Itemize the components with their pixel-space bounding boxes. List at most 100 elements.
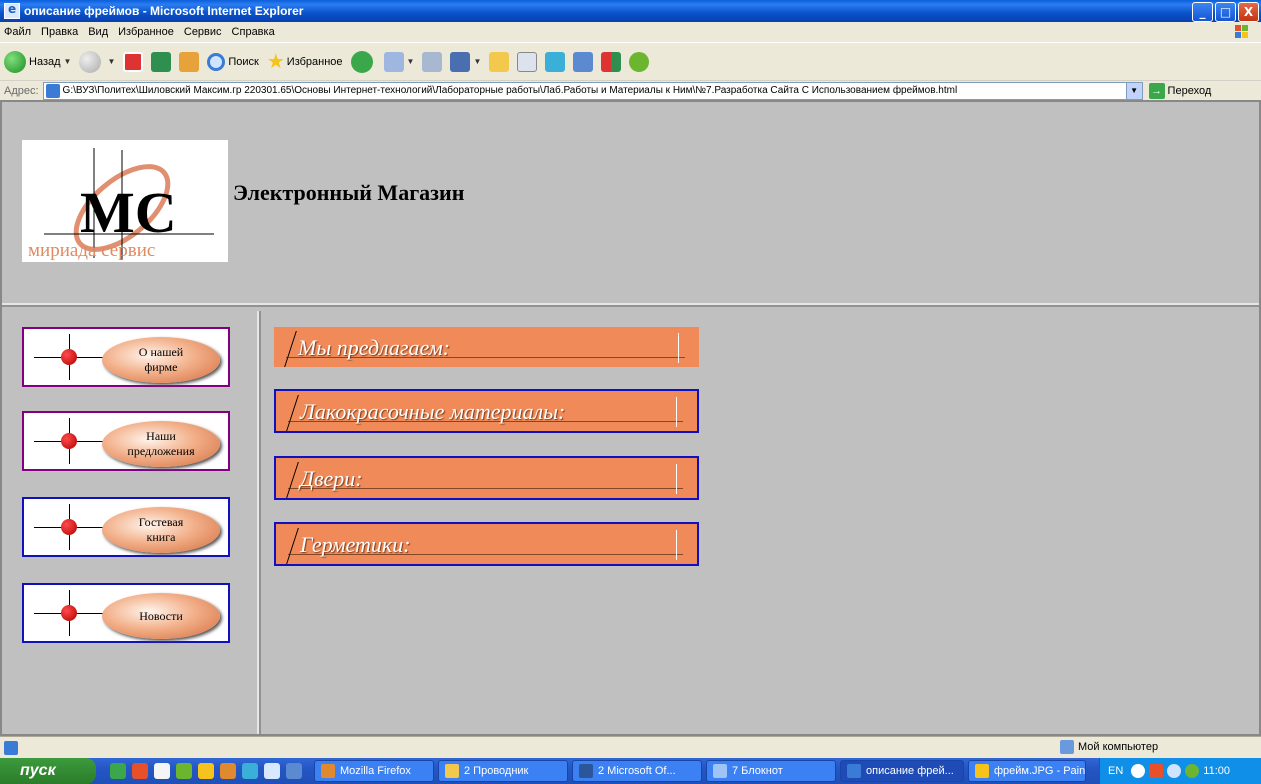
- ie-icon: [4, 2, 20, 19]
- chevron-down-icon[interactable]: ▼: [1125, 82, 1142, 99]
- task-explorer[interactable]: 2 Проводник: [438, 760, 568, 782]
- task-paint[interactable]: фрейм.JPG - Paint: [968, 760, 1086, 782]
- window-title-bar[interactable]: описание фреймов - Microsoft Internet Ex…: [0, 0, 1261, 22]
- task-label: фрейм.JPG - Paint: [994, 765, 1086, 777]
- back-arrow-icon: [4, 50, 26, 73]
- research-button[interactable]: [573, 51, 594, 72]
- menu-tools[interactable]: Сервис: [184, 26, 222, 38]
- nav-pill: О нашей фирме: [102, 337, 220, 383]
- nav-news-button[interactable]: Новости: [22, 583, 230, 643]
- print-icon: [422, 51, 443, 72]
- nav-guestbook-button[interactable]: Гостевая книга: [22, 497, 230, 557]
- folder-button[interactable]: [489, 51, 510, 72]
- nav-offers-button[interactable]: Наши предложения: [22, 411, 230, 471]
- home-button[interactable]: [179, 51, 200, 72]
- banner-text: Двери:: [300, 466, 363, 491]
- stop-button[interactable]: [123, 51, 144, 72]
- refresh-icon: [151, 51, 172, 72]
- banner-decor: [286, 528, 299, 564]
- quicklaunch-app-icon[interactable]: [110, 763, 126, 779]
- nav-about-button[interactable]: О нашей фирме: [22, 327, 230, 387]
- security-zone: Мой компьютер: [1060, 740, 1158, 754]
- zone-label: Мой компьютер: [1078, 741, 1159, 753]
- quicklaunch-app-icon[interactable]: [286, 763, 302, 779]
- nav-pill: Гостевая книга: [102, 507, 220, 553]
- quicklaunch-app-icon[interactable]: [176, 763, 192, 779]
- red-dot-icon: [61, 433, 77, 449]
- menu-edit[interactable]: Правка: [41, 26, 78, 38]
- nav-label-line1: Гостевая: [138, 515, 184, 529]
- task-notepad[interactable]: 7 Блокнот: [706, 760, 836, 782]
- history-button[interactable]: [350, 50, 376, 73]
- content-frame: Мы предлагаем: Лакокрасочные материалы: …: [265, 311, 1259, 734]
- edit-icon: [450, 51, 471, 72]
- quicklaunch-app-icon[interactable]: [132, 763, 148, 779]
- maximize-button[interactable]: □: [1215, 2, 1236, 22]
- windows-logo-icon: [1235, 25, 1248, 38]
- banner-doors-link[interactable]: Двери:: [274, 456, 699, 500]
- users-button[interactable]: [629, 51, 650, 72]
- quicklaunch-app-icon[interactable]: [154, 763, 170, 779]
- start-label: пуск: [20, 762, 56, 779]
- folder-icon: [489, 51, 510, 72]
- search-label: Поиск: [228, 55, 259, 68]
- clock: 11:00: [1203, 765, 1230, 777]
- back-button[interactable]: Назад ▼: [4, 50, 71, 73]
- home-icon: [179, 51, 200, 72]
- minimize-button[interactable]: _: [1192, 2, 1213, 22]
- volume-icon[interactable]: [1167, 764, 1182, 778]
- favorites-button[interactable]: ★ Избранное: [267, 49, 343, 74]
- logo-text: мириада сервис: [28, 240, 155, 261]
- menu-favorites[interactable]: Избранное: [118, 26, 174, 38]
- language-indicator[interactable]: EN: [1108, 765, 1123, 777]
- forward-button[interactable]: ▼: [79, 50, 116, 73]
- flag-button[interactable]: [601, 51, 622, 72]
- k-button[interactable]: [517, 51, 538, 72]
- chevron-down-icon: ▼: [406, 57, 415, 66]
- start-button[interactable]: пуск: [0, 758, 96, 784]
- menu-file[interactable]: Файл: [4, 26, 31, 38]
- go-arrow-icon: →: [1148, 82, 1165, 99]
- window-title: описание фреймов - Microsoft Internet Ex…: [24, 4, 304, 18]
- navigation-frame: О нашей фирме Наши предложения Гостевая кни…: [2, 311, 261, 734]
- task-ie[interactable]: описание фрей...: [840, 760, 964, 782]
- task-label: Mozilla Firefox: [340, 765, 411, 777]
- users-icon: [629, 51, 650, 72]
- nav-label-line1: О нашей: [138, 345, 184, 359]
- quicklaunch-app-icon[interactable]: [198, 763, 214, 779]
- word-icon: [579, 764, 593, 778]
- banner-we-offer: Мы предлагаем:: [274, 327, 699, 367]
- security-shield-icon[interactable]: [1185, 764, 1200, 778]
- task-firefox[interactable]: Mozilla Firefox: [314, 760, 434, 782]
- quicklaunch-app-icon[interactable]: [242, 763, 258, 779]
- toolbar: Назад ▼ ▼ Поиск ★ Избранное ▼ ▼: [0, 42, 1261, 80]
- window-controls: _ □ X: [1192, 2, 1259, 22]
- notepad-icon: [713, 764, 727, 778]
- banner-paints-link[interactable]: Лакокрасочные материалы:: [274, 389, 699, 433]
- quicklaunch-app-icon[interactable]: [220, 763, 236, 779]
- go-button[interactable]: → Переход: [1148, 82, 1211, 99]
- mail-button[interactable]: ▼: [383, 51, 415, 72]
- menu-help[interactable]: Справка: [232, 26, 275, 38]
- print-button[interactable]: [422, 51, 443, 72]
- ie-icon: [847, 764, 861, 778]
- menu-view[interactable]: Вид: [88, 26, 108, 38]
- search-button[interactable]: Поиск: [207, 52, 259, 71]
- address-value: G:\ВУЗ\Политех\Шиловский Максим.гр 22030…: [62, 85, 958, 96]
- refresh-button[interactable]: [151, 51, 172, 72]
- chevron-down-icon: ▼: [107, 57, 116, 66]
- nav-label-line2: предложения: [127, 444, 195, 458]
- close-button[interactable]: X: [1238, 2, 1259, 22]
- tray-arrow-icon[interactable]: [1131, 764, 1146, 778]
- address-input[interactable]: G:\ВУЗ\Политех\Шиловский Максим.гр 22030…: [42, 81, 1143, 100]
- banner-decor: [286, 462, 299, 498]
- banner-sealants-link[interactable]: Герметики:: [274, 522, 699, 566]
- edit-button[interactable]: ▼: [450, 51, 481, 72]
- task-label: 2 Проводник: [464, 765, 529, 777]
- quicklaunch-app-icon[interactable]: [264, 763, 280, 779]
- forward-arrow-icon: [79, 50, 102, 73]
- antivirus-icon[interactable]: [1149, 764, 1164, 778]
- messenger-button[interactable]: [545, 51, 566, 72]
- task-word[interactable]: 2 Microsoft Of...: [572, 760, 702, 782]
- banner-text: Герметики:: [300, 532, 411, 557]
